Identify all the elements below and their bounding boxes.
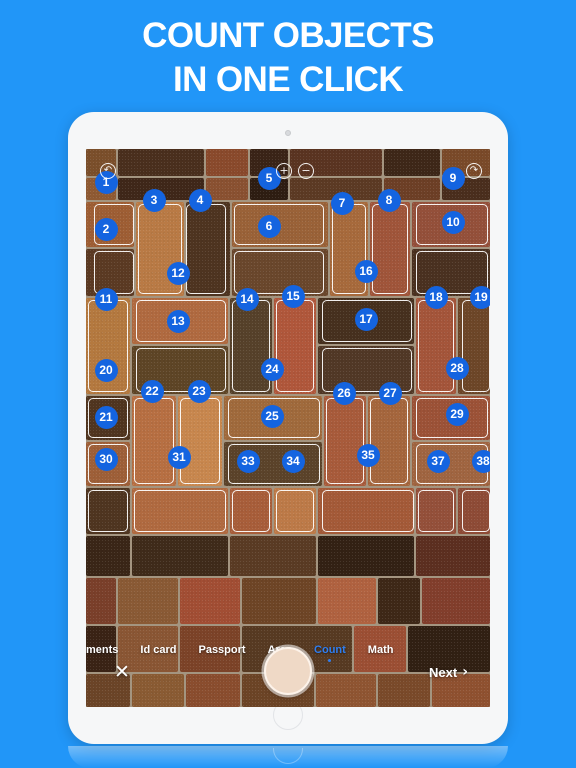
count-marker[interactable]: 27 (378, 381, 402, 405)
brick (416, 488, 456, 534)
brick (274, 488, 316, 534)
undo-icon[interactable]: ↶ (100, 163, 116, 179)
headline-line-2: IN ONE CLICK (172, 59, 404, 99)
headline-line-1: COUNT OBJECTS (142, 16, 434, 55)
count-marker[interactable]: 26 (332, 381, 356, 405)
brick (422, 578, 490, 624)
plus-icon[interactable]: + (276, 163, 292, 179)
brick (180, 578, 240, 624)
brick (242, 578, 316, 624)
brick-wall-photo[interactable] (86, 149, 490, 707)
count-marker[interactable]: 31 (167, 445, 191, 469)
brick (86, 578, 116, 624)
brick (458, 488, 490, 534)
reflection-home-button (273, 748, 303, 764)
count-marker[interactable]: 17 (354, 307, 378, 331)
brick (318, 536, 414, 576)
brick (132, 536, 228, 576)
count-marker[interactable]: 28 (445, 356, 469, 380)
count-marker[interactable]: 23 (187, 379, 211, 403)
count-marker[interactable]: 16 (354, 259, 378, 283)
count-marker[interactable]: 18 (424, 285, 448, 309)
count-marker[interactable]: 29 (445, 402, 469, 426)
brick (230, 536, 316, 576)
brick (230, 298, 272, 394)
count-marker[interactable]: 22 (140, 379, 164, 403)
brick (118, 578, 178, 624)
count-marker[interactable]: 24 (260, 357, 284, 381)
app-screen: 1 2 3 4 5 6 7 8 9 10 11 12 13 14 15 16 17 18 19 20 21 22 23 24 2… (86, 149, 490, 707)
editor-toolbar: ↶ + − ↷ (86, 149, 490, 197)
brick (368, 396, 410, 486)
count-marker[interactable]: 34 (281, 449, 305, 473)
chevron-right-icon: › (462, 664, 468, 680)
brick (318, 488, 414, 534)
count-marker[interactable]: 35 (356, 443, 380, 467)
brick (416, 536, 490, 576)
count-marker[interactable]: 15 (281, 284, 305, 308)
count-marker[interactable]: 10 (441, 210, 465, 234)
capture-control-bar: ✕ Next › (86, 637, 490, 707)
brick (132, 396, 176, 486)
brick (86, 536, 130, 576)
shutter-button[interactable] (264, 647, 312, 695)
brick (132, 488, 228, 534)
tablet-reflection (68, 746, 508, 768)
close-icon[interactable]: ✕ (113, 663, 131, 682)
count-marker[interactable]: 19 (469, 285, 490, 309)
count-marker[interactable]: 14 (235, 287, 259, 311)
count-marker[interactable]: 21 (94, 405, 118, 429)
brick (324, 396, 366, 486)
front-camera-icon (285, 130, 291, 136)
count-marker[interactable]: 38 (471, 449, 490, 473)
brick (230, 488, 272, 534)
brick (86, 488, 130, 534)
count-marker[interactable]: 2 (94, 217, 118, 241)
minus-icon[interactable]: − (298, 163, 314, 179)
count-marker[interactable]: 33 (236, 449, 260, 473)
count-marker[interactable]: 12 (166, 261, 190, 285)
count-marker[interactable]: 6 (257, 214, 281, 238)
brick (370, 202, 410, 296)
count-marker[interactable]: 20 (94, 358, 118, 382)
brick (274, 298, 316, 394)
redo-icon[interactable]: ↷ (466, 163, 482, 179)
brick (178, 396, 222, 486)
count-marker[interactable]: 30 (94, 447, 118, 471)
brick (186, 202, 230, 296)
tablet-device-frame: 1 2 3 4 5 6 7 8 9 10 11 12 13 14 15 16 17 18 19 20 21 22 23 24 2… (68, 112, 508, 744)
brick (416, 298, 456, 394)
brick (318, 578, 376, 624)
count-marker[interactable]: 37 (426, 449, 450, 473)
brick (378, 578, 420, 624)
promo-headline: COUNT OBJECTS IN ONE CLICK (0, 14, 576, 102)
count-marker[interactable]: 11 (94, 287, 118, 311)
next-button-label: Next (429, 664, 458, 680)
next-button[interactable]: Next › (429, 664, 468, 680)
brick (458, 298, 490, 394)
count-marker[interactable]: 25 (260, 404, 284, 428)
count-marker[interactable]: 13 (166, 309, 190, 333)
